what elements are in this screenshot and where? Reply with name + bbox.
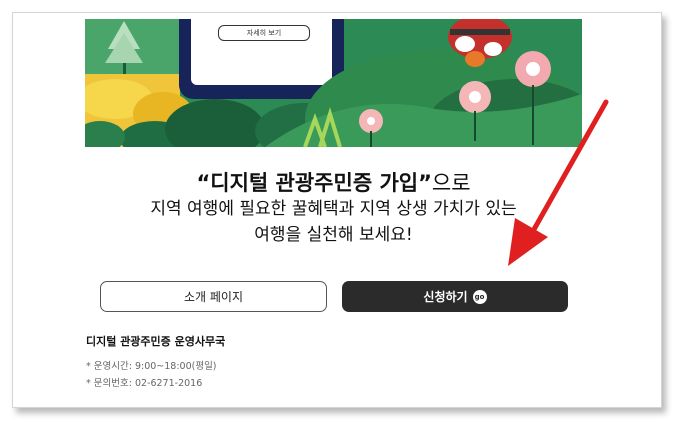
apply-button-label: 신청하기 xyxy=(423,290,468,304)
office-hours: * 운영시간: 9:00~18:00(평일) xyxy=(86,361,217,372)
headline-line3: 여행을 실천해 보세요! xyxy=(254,225,413,245)
apply-button[interactable]: 신청하기 go xyxy=(342,281,568,312)
headline-line1: “디지털 관광주민증 가입”으로 xyxy=(85,170,582,196)
headline-line2: 지역 여행에 필요한 꿀혜택과 지역 상생 가치가 있는 xyxy=(150,199,517,219)
intro-page-button[interactable]: 소개 페이지 xyxy=(100,281,327,312)
go-icon: go xyxy=(472,289,487,304)
banner-artwork xyxy=(85,19,582,147)
headline-suffix: 으로 xyxy=(431,171,471,195)
headline-quote-open: “ xyxy=(196,171,211,195)
banner-illustration: 자세히 보기 xyxy=(85,19,582,147)
intro-page-button-label: 소개 페이지 xyxy=(183,290,243,304)
office-title: 디지털 관광주민증 운영사무국 xyxy=(86,335,226,348)
page-frame: 자세히 보기 “디지털 관광주민증 가입”으로 지역 여행에 필요한 꿀혜택과 … xyxy=(12,12,662,408)
headline-quote-close: ” xyxy=(418,171,432,195)
card-detail-button: 자세히 보기 xyxy=(218,25,310,41)
headline: “디지털 관광주민증 가입”으로 지역 여행에 필요한 꿀혜택과 지역 상생 가… xyxy=(85,170,582,248)
office-phone: * 문의번호: 02-6271-2016 xyxy=(86,378,203,389)
headline-title: 디지털 관광주민증 가입 xyxy=(210,171,419,195)
